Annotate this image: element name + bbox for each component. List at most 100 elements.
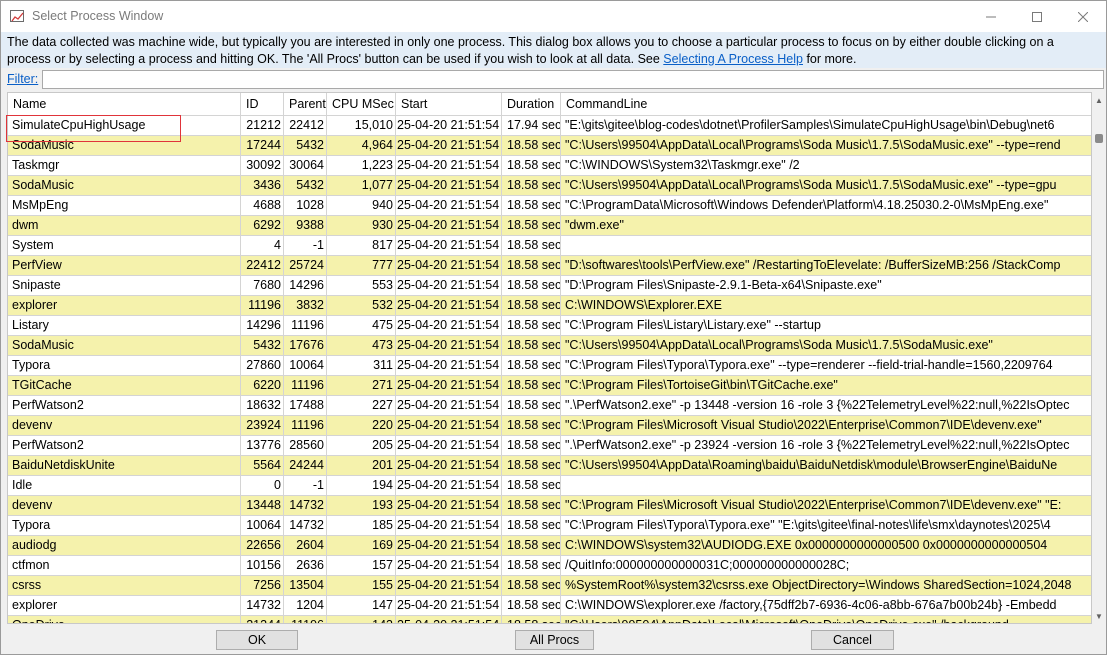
table-row[interactable]: csrss 7256 13504 155 25-04-20 21:51:54 18.58 … [8, 576, 1091, 596]
select-process-window: Select Process Window The data collected… [0, 0, 1107, 655]
table-row[interactable]: Taskmgr 30092 30064 1,223 25-04-20 21:51:54 1… [8, 156, 1091, 176]
table-row[interactable]: explorer 11196 3832 532 25-04-20 21:51:54 18.… [8, 296, 1091, 316]
help-link[interactable]: Selecting A Process Help [663, 52, 803, 66]
cell-start: 25-04-20 21:51:54 [396, 456, 502, 475]
cell-cpu-msec: 553 [327, 276, 396, 295]
table-row[interactable]: MsMpEng 4688 1028 940 25-04-20 21:51:54 18.58… [8, 196, 1091, 216]
cell-parent: 11196 [284, 376, 327, 395]
cell-duration: 18.58 sec [502, 156, 561, 175]
cell-commandline: ".\PerfWatson2.exe" -p 13448 -version 16… [565, 398, 1070, 412]
cell-name: SimulateCpuHighUsage [8, 116, 241, 135]
table-row[interactable]: System 4 -1 817 25-04-20 21:51:54 18.58 sec [8, 236, 1091, 256]
title-bar: Select Process Window [1, 1, 1106, 32]
cell-name: ctfmon [8, 556, 241, 575]
cell-name: PerfWatson2 [8, 436, 241, 455]
cell-id: 0 [241, 476, 284, 495]
cell-name: Taskmgr [8, 156, 241, 175]
cell-commandline: "C:\Users\99504\AppData\Local\Programs\S… [565, 338, 993, 352]
maximize-icon[interactable] [1014, 1, 1060, 32]
cell-duration: 17.94 sec [502, 116, 561, 135]
cell-start: 25-04-20 21:51:54 [396, 136, 502, 155]
cell-start: 25-04-20 21:51:54 [396, 516, 502, 535]
table-row[interactable]: Snipaste 7680 14296 553 25-04-20 21:51:54 18.… [8, 276, 1091, 296]
cell-duration: 18.58 sec [502, 396, 561, 415]
cell-duration: 18.58 sec [502, 196, 561, 215]
cancel-button[interactable]: Cancel [811, 630, 894, 650]
table-row[interactable]: SodaMusic 3436 5432 1,077 25-04-20 21:51:54 1… [8, 176, 1091, 196]
cell-id: 4688 [241, 196, 284, 215]
table-row[interactable]: Typora 10064 14732 185 25-04-20 21:51:54 18.5… [8, 516, 1091, 536]
close-icon[interactable] [1060, 1, 1106, 32]
column-header-name[interactable]: Name [8, 93, 241, 116]
table-row[interactable]: explorer 14732 1204 147 25-04-20 21:51:54 18.… [8, 596, 1091, 616]
cell-cpu-msec: 473 [327, 336, 396, 355]
cell-start: 25-04-20 21:51:54 [396, 176, 502, 195]
table-row[interactable]: Listary 14296 11196 475 25-04-20 21:51:54 18.… [8, 316, 1091, 336]
cell-name: Snipaste [8, 276, 241, 295]
table-row[interactable]: SodaMusic 17244 5432 4,964 25-04-20 21:51:54… [8, 136, 1091, 156]
cell-cpu-msec: 4,964 [327, 136, 396, 155]
vertical-scrollbar[interactable]: ▲ ▼ [1092, 92, 1106, 624]
table-row[interactable]: devenv 13448 14732 193 25-04-20 21:51:54 18.5… [8, 496, 1091, 516]
cell-cpu-msec: 271 [327, 376, 396, 395]
cell-commandline: "D:\softwares\tools\PerfView.exe" /Resta… [565, 258, 1061, 272]
cell-id: 21212 [241, 116, 284, 135]
filter-input[interactable] [42, 70, 1104, 89]
column-header-cpu-msec[interactable]: CPU MSec [327, 93, 396, 116]
cell-duration: 18.58 sec [502, 216, 561, 235]
cell-cpu-msec: 155 [327, 576, 396, 595]
table-row[interactable]: devenv 23924 11196 220 25-04-20 21:51:54 18.5… [8, 416, 1091, 436]
cell-cpu-msec: 194 [327, 476, 396, 495]
cell-id: 27860 [241, 356, 284, 375]
cell-cpu-msec: 147 [327, 596, 396, 615]
cell-cpu-msec: 185 [327, 516, 396, 535]
table-row[interactable]: SimulateCpuHighUsage 21212 22412 15,010 25-0… [8, 116, 1091, 136]
cell-id: 14732 [241, 596, 284, 615]
cell-duration: 18.58 sec [502, 516, 561, 535]
column-header-commandline[interactable]: CommandLine [561, 93, 1091, 116]
column-header-start[interactable]: Start [396, 93, 502, 116]
cell-start: 25-04-20 21:51:54 [396, 396, 502, 415]
table-row[interactable]: Idle 0 -1 194 25-04-20 21:51:54 18.58 sec [8, 476, 1091, 496]
cell-commandline: "C:\Program Files\Microsoft Visual Studi… [565, 418, 1042, 432]
cell-start: 25-04-20 21:51:54 [396, 276, 502, 295]
ok-button[interactable]: OK [216, 630, 298, 650]
table-row[interactable]: BaiduNetdiskUnite 5564 24244 201 25-04-20 21… [8, 456, 1091, 476]
cell-name: audiodg [8, 536, 241, 555]
scroll-down-icon[interactable]: ▼ [1092, 608, 1106, 624]
cell-id: 17244 [241, 136, 284, 155]
table-row[interactable]: ctfmon 10156 2636 157 25-04-20 21:51:54 18.58… [8, 556, 1091, 576]
table-row[interactable]: dwm 6292 9388 930 25-04-20 21:51:54 18.58 sec… [8, 216, 1091, 236]
column-header-duration[interactable]: Duration [502, 93, 561, 116]
scroll-up-icon[interactable]: ▲ [1092, 92, 1106, 108]
table-row[interactable]: SodaMusic 5432 17676 473 25-04-20 21:51:54 18… [8, 336, 1091, 356]
filter-label[interactable]: Filter: [7, 72, 38, 86]
cell-cpu-msec: 1,223 [327, 156, 396, 175]
description-suffix: for more. [802, 51, 857, 66]
cell-id: 18632 [241, 396, 284, 415]
scroll-thumb[interactable] [1095, 134, 1103, 143]
cell-duration: 18.58 sec [502, 136, 561, 155]
cell-start: 25-04-20 21:51:54 [396, 576, 502, 595]
table-row[interactable]: PerfWatson2 13776 28560 205 25-04-20 21:51:5… [8, 436, 1091, 456]
cell-duration: 18.58 sec [502, 536, 561, 555]
table-row[interactable]: PerfWatson2 18632 17488 227 25-04-20 21:51:5… [8, 396, 1091, 416]
minimize-icon[interactable] [968, 1, 1014, 32]
cell-parent: 11196 [284, 416, 327, 435]
table-row[interactable]: audiodg 22656 2604 169 25-04-20 21:51:54 18.5… [8, 536, 1091, 556]
cell-id: 23924 [241, 416, 284, 435]
column-header-parent[interactable]: Parent [284, 93, 327, 116]
cell-commandline: /QuitInfo:000000000000031C;0000000000000… [565, 558, 850, 572]
cell-name: SodaMusic [8, 336, 241, 355]
cell-cpu-msec: 930 [327, 216, 396, 235]
all-procs-button[interactable]: All Procs [515, 630, 594, 650]
cell-id: 7256 [241, 576, 284, 595]
cell-parent: -1 [284, 476, 327, 495]
table-row[interactable]: Typora 27860 10064 311 25-04-20 21:51:54 18.5… [8, 356, 1091, 376]
table-row[interactable]: OneDrive212441119614325-04-20 21:51:5418… [8, 616, 1091, 623]
table-row[interactable]: TGitCache 6220 11196 271 25-04-20 21:51:54 18… [8, 376, 1091, 396]
cell-id: 13448 [241, 496, 284, 515]
table-row[interactable]: PerfView 22412 25724 777 25-04-20 21:51:54 18… [8, 256, 1091, 276]
button-bar: OK All Procs Cancel [1, 624, 1106, 654]
column-header-id[interactable]: ID [241, 93, 284, 116]
